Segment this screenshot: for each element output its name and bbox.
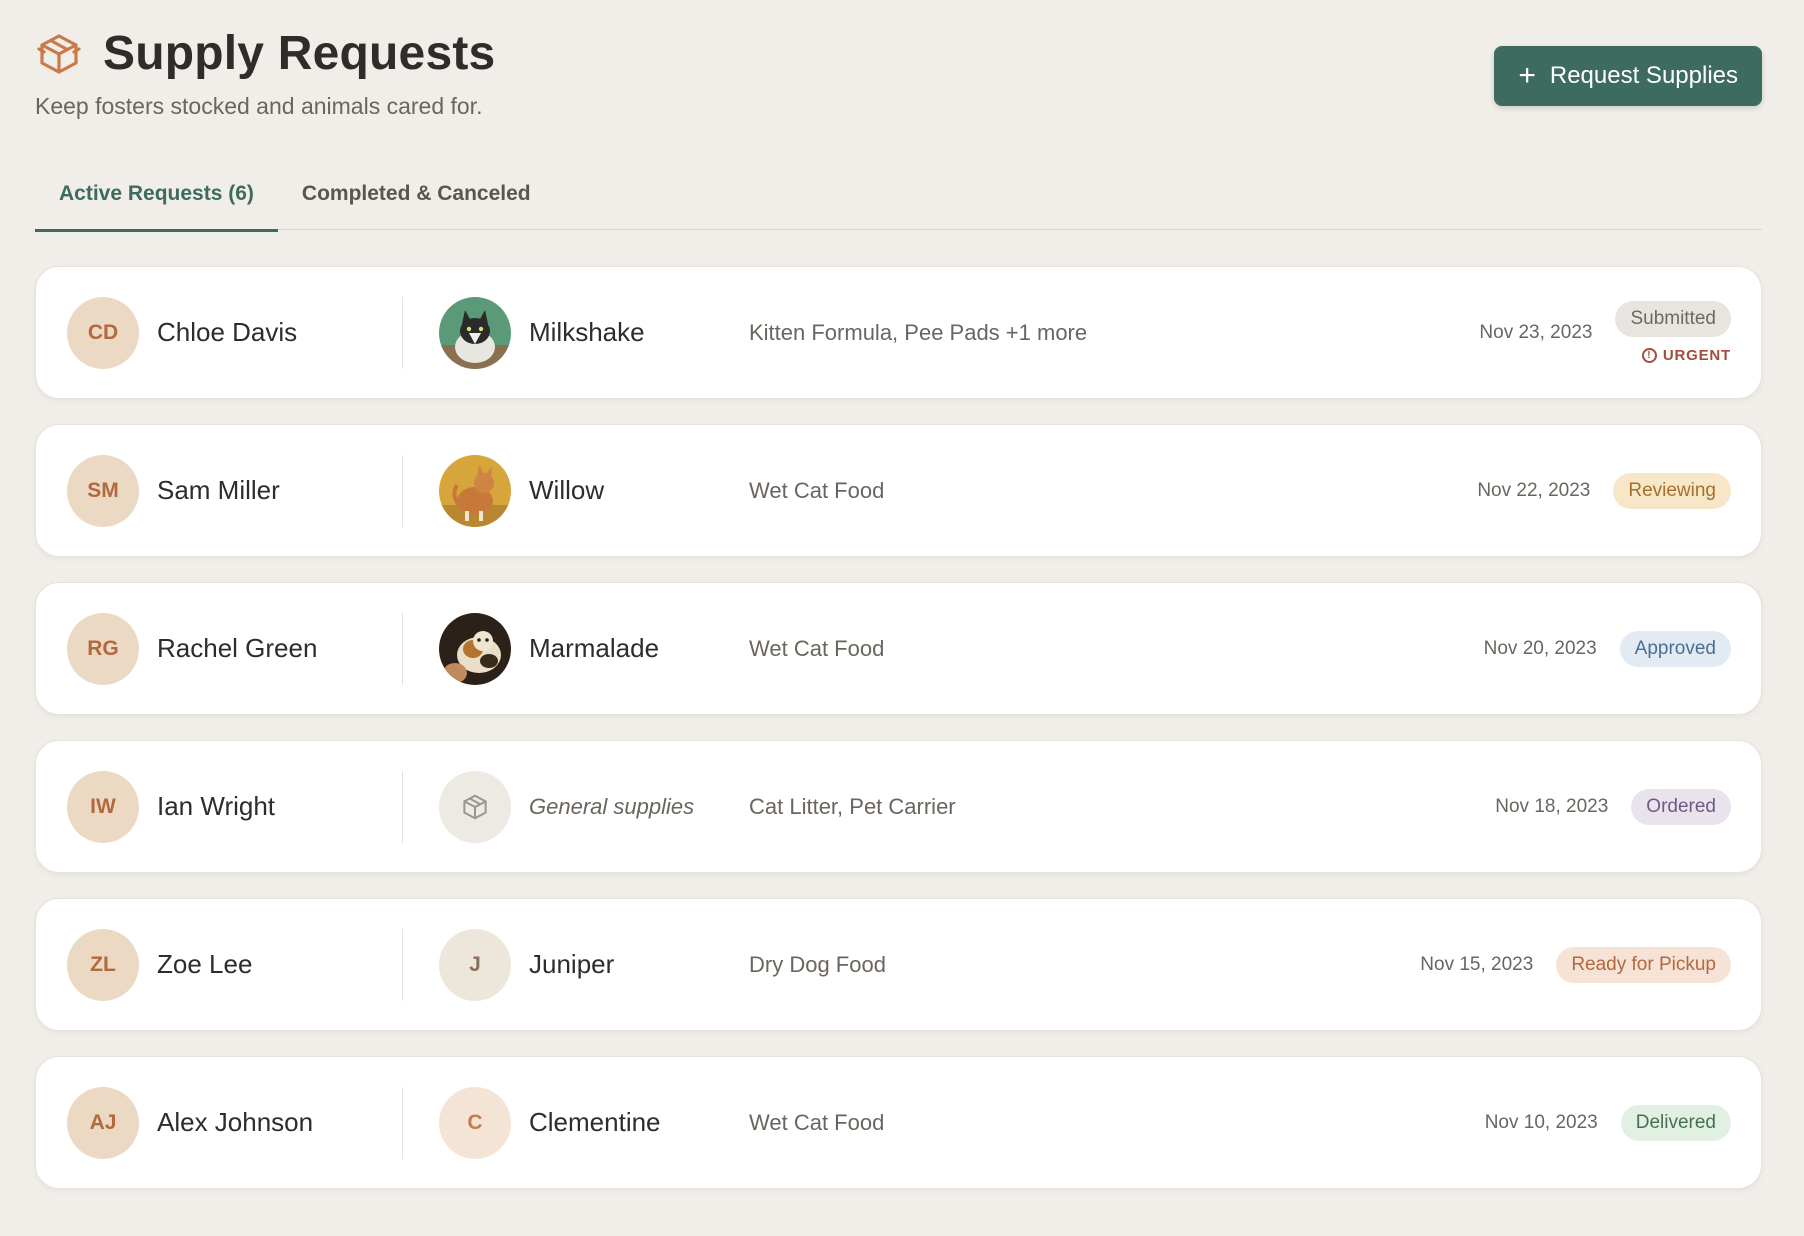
request-supplies-label: Request Supplies bbox=[1549, 62, 1738, 89]
row-divider bbox=[402, 454, 403, 527]
request-row[interactable]: CD Chloe Davis Milkshake Kitten Formula,… bbox=[35, 266, 1762, 399]
pet-name: Clementine bbox=[529, 1107, 661, 1137]
foster-name: Chloe Davis bbox=[157, 317, 298, 347]
status-badge: Approved bbox=[1619, 630, 1731, 667]
alert-circle-icon: ! bbox=[1641, 348, 1657, 363]
foster-avatar: CD bbox=[67, 296, 139, 369]
row-meta: Nov 20, 2023 Approved bbox=[1483, 630, 1731, 667]
row-divider bbox=[402, 770, 403, 843]
requested-items: Kitten Formula, Pee Pads +1 more bbox=[749, 319, 1088, 345]
row-meta: Nov 15, 2023 Ready for Pickup bbox=[1420, 946, 1731, 983]
box-icon bbox=[439, 770, 511, 843]
request-date: Nov 23, 2023 bbox=[1479, 321, 1593, 343]
request-tabs: Active Requests (6) Completed & Canceled bbox=[35, 170, 1762, 232]
foster-avatar: IW bbox=[67, 770, 139, 843]
pet-name: Juniper bbox=[529, 949, 615, 979]
row-meta: Nov 23, 2023 Submitted ! URGENT bbox=[1479, 301, 1731, 364]
requested-items: Wet Cat Food bbox=[749, 477, 885, 503]
pet-avatar: J bbox=[439, 928, 511, 1001]
request-row[interactable]: RG Rachel Green Marmalade Wet Cat Food N bbox=[35, 582, 1762, 715]
foster-name: Zoe Lee bbox=[157, 949, 253, 979]
pet-photo bbox=[439, 296, 511, 369]
status-badge: Delivered bbox=[1620, 1104, 1731, 1141]
pet-name: Milkshake bbox=[529, 317, 645, 347]
request-supplies-button[interactable]: + Request Supplies bbox=[1494, 46, 1762, 106]
request-date: Nov 20, 2023 bbox=[1483, 637, 1597, 659]
request-list: CD Chloe Davis Milkshake Kitten Formula,… bbox=[35, 266, 1762, 1214]
status-badge: Reviewing bbox=[1613, 472, 1731, 509]
pet-avatar: C bbox=[439, 1086, 511, 1159]
box-icon bbox=[35, 30, 83, 78]
page-title: Supply Requests bbox=[103, 27, 496, 80]
request-row[interactable]: AJ Alex Johnson C Clementine Wet Cat Foo… bbox=[35, 1056, 1762, 1189]
tab-completed-canceled[interactable]: Completed & Canceled bbox=[278, 170, 555, 229]
supply-requests-page: Supply Requests Keep fosters stocked and… bbox=[0, 0, 1804, 1236]
request-row[interactable]: IW Ian Wright General supplies Cat Litte… bbox=[35, 740, 1762, 873]
status-badge: Submitted bbox=[1615, 301, 1731, 337]
foster-name: Sam Miller bbox=[157, 475, 280, 505]
row-divider bbox=[402, 296, 403, 369]
foster-avatar: ZL bbox=[67, 928, 139, 1001]
foster-name: Alex Johnson bbox=[157, 1107, 314, 1137]
status-badge: Ready for Pickup bbox=[1556, 946, 1731, 983]
page-header: Supply Requests Keep fosters stocked and… bbox=[35, 26, 1762, 136]
foster-name: Rachel Green bbox=[157, 633, 318, 663]
request-date: Nov 18, 2023 bbox=[1495, 795, 1609, 817]
foster-name: Ian Wright bbox=[157, 791, 276, 821]
request-date: Nov 15, 2023 bbox=[1420, 953, 1534, 975]
row-divider bbox=[402, 612, 403, 685]
row-meta: Nov 10, 2023 Delivered bbox=[1484, 1104, 1731, 1141]
requested-items: Wet Cat Food bbox=[749, 1109, 885, 1135]
request-row[interactable]: SM Sam Miller Willow Wet Cat Food Nov 22… bbox=[35, 424, 1762, 557]
request-date: Nov 10, 2023 bbox=[1484, 1111, 1598, 1133]
request-row[interactable]: ZL Zoe Lee J Juniper Dry Dog Food Nov 15… bbox=[35, 898, 1762, 1031]
pet-photo bbox=[439, 454, 511, 527]
pet-photo bbox=[439, 612, 511, 685]
row-meta: Nov 18, 2023 Ordered bbox=[1495, 788, 1731, 825]
foster-avatar: AJ bbox=[67, 1086, 139, 1159]
foster-avatar: RG bbox=[67, 612, 139, 685]
urgent-label: URGENT bbox=[1662, 347, 1731, 364]
requested-items: Cat Litter, Pet Carrier bbox=[749, 793, 956, 819]
pet-name: General supplies bbox=[529, 793, 695, 819]
plus-icon: + bbox=[1518, 59, 1536, 92]
foster-avatar: SM bbox=[67, 454, 139, 527]
requested-items: Wet Cat Food bbox=[749, 635, 885, 661]
pet-name: Willow bbox=[529, 475, 605, 505]
urgent-flag: ! URGENT bbox=[1641, 347, 1731, 364]
status-stack: Submitted ! URGENT bbox=[1615, 301, 1731, 364]
pet-name: Marmalade bbox=[529, 633, 660, 663]
row-divider bbox=[402, 928, 403, 1001]
tab-active-requests[interactable]: Active Requests (6) bbox=[35, 170, 278, 232]
row-meta: Nov 22, 2023 Reviewing bbox=[1477, 472, 1731, 509]
row-divider bbox=[402, 1086, 403, 1159]
requested-items: Dry Dog Food bbox=[749, 951, 886, 977]
status-badge: Ordered bbox=[1631, 788, 1731, 825]
request-date: Nov 22, 2023 bbox=[1477, 479, 1591, 501]
